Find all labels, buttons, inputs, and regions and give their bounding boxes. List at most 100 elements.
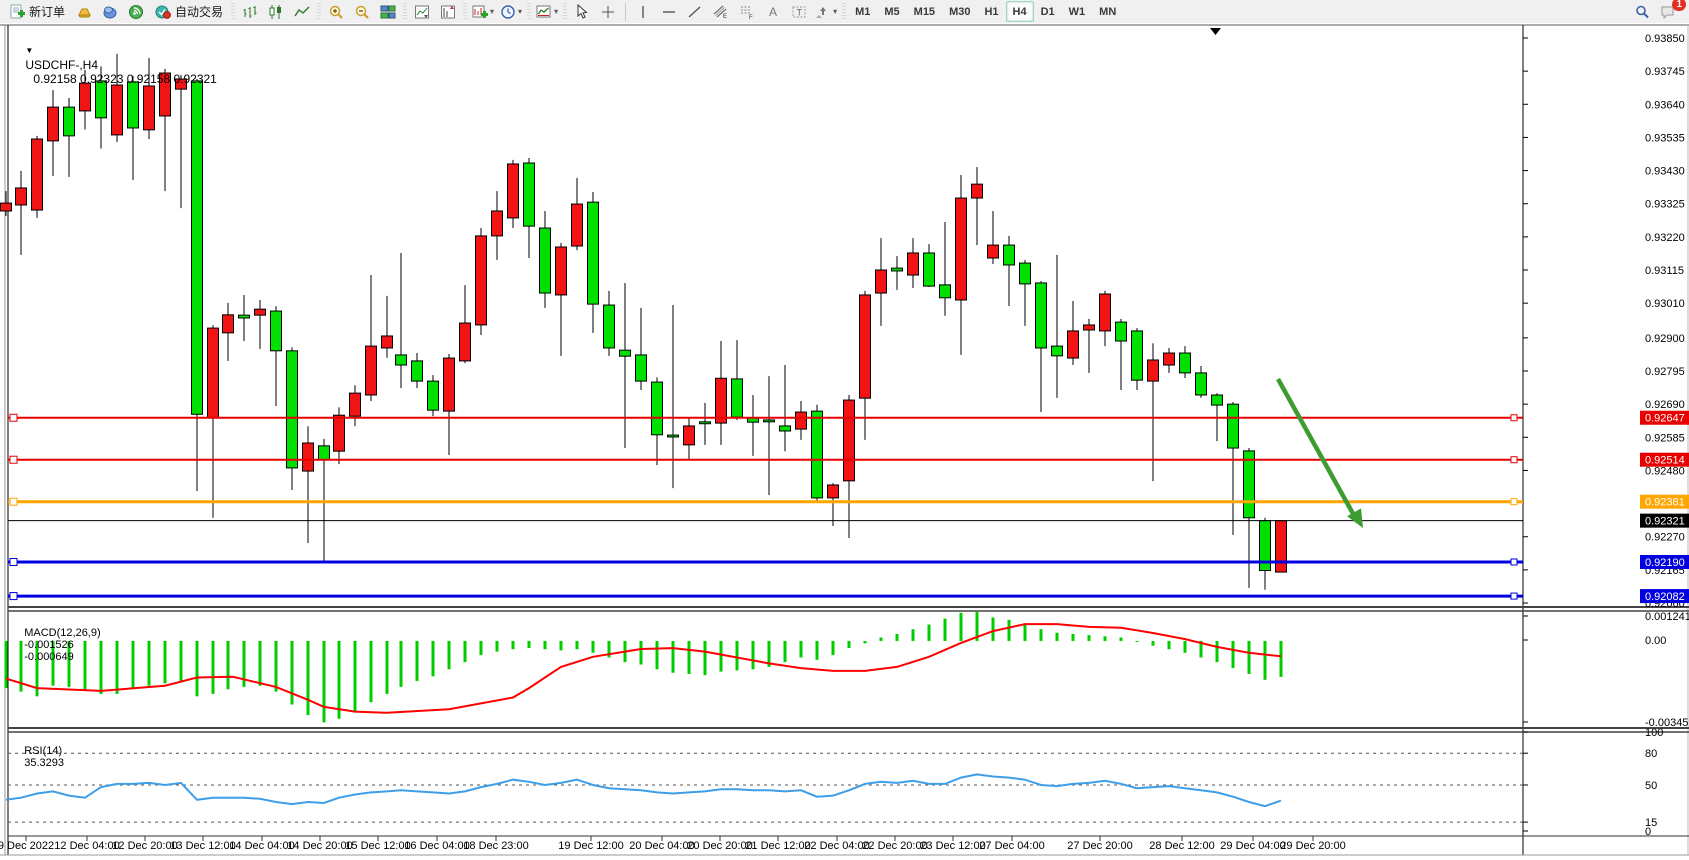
candle — [972, 184, 983, 198]
candle — [239, 315, 250, 318]
svg-text:0.92190: 0.92190 — [1645, 557, 1685, 569]
candle — [828, 485, 839, 498]
macd-bar — [784, 641, 787, 662]
macd-label: MACD(12,26,9) -0.001526 -0.000649 — [12, 615, 101, 675]
current-price-label[interactable]: 0.92321 — [1640, 514, 1689, 528]
candle — [668, 435, 679, 437]
macd-bar — [960, 613, 963, 641]
macd-bar — [1248, 641, 1251, 674]
macd-bar — [1216, 641, 1219, 662]
candle — [1132, 331, 1143, 380]
candle — [1052, 346, 1063, 356]
macd-bar — [1264, 641, 1267, 680]
candle — [636, 355, 647, 381]
macd-bar — [259, 641, 262, 686]
macd-bar — [227, 641, 230, 689]
candle — [844, 400, 855, 481]
hline-price-label[interactable]: 0.92514 — [1640, 453, 1689, 467]
candle — [48, 107, 59, 141]
mt4-window: 新订单 自动交易 — [0, 0, 1689, 860]
price-tick-label: 0.93325 — [1645, 199, 1685, 211]
macd-bar — [1040, 629, 1043, 641]
candle — [1228, 404, 1239, 448]
candle — [382, 336, 393, 348]
price-tick-label: 0.92795 — [1645, 366, 1685, 378]
line-handle[interactable] — [10, 593, 17, 600]
candle — [572, 204, 583, 246]
line-handle[interactable] — [10, 558, 17, 565]
macd-bar — [704, 641, 707, 675]
macd-bar — [672, 641, 675, 673]
macd-bar — [928, 625, 931, 641]
candle — [1180, 353, 1191, 373]
price-tick-label: 0.93745 — [1645, 66, 1685, 78]
candle — [556, 247, 567, 295]
candle — [334, 415, 345, 451]
time-tick-label: 20 Dec 20:00 — [687, 840, 752, 852]
candle — [1068, 331, 1079, 358]
line-handle[interactable] — [1511, 457, 1517, 463]
hline-price-label[interactable]: 0.92082 — [1640, 589, 1689, 603]
macd-bar — [528, 641, 531, 648]
price-tick-label: 0.92690 — [1645, 399, 1685, 411]
svg-text:0.92381: 0.92381 — [1645, 497, 1685, 509]
time-tick-label: 22 Dec 20:00 — [862, 840, 927, 852]
rsi-name: RSI(14) — [24, 745, 62, 757]
line-handle[interactable] — [10, 456, 17, 463]
candle — [287, 351, 298, 468]
line-handle[interactable] — [1511, 415, 1517, 421]
hline-price-label[interactable]: 0.92647 — [1640, 411, 1689, 425]
macd-bar — [800, 641, 803, 657]
candle — [1, 203, 12, 211]
macd-bar — [560, 641, 563, 650]
macd-bar — [416, 641, 419, 681]
rsi-axis-label: 80 — [1645, 748, 1657, 760]
candle — [892, 268, 903, 271]
candle — [192, 81, 203, 414]
candle — [1244, 451, 1255, 518]
line-handle[interactable] — [1511, 499, 1517, 505]
chart-collapse-icon[interactable]: ▼ — [25, 46, 33, 55]
hline-price-label[interactable]: 0.92190 — [1640, 555, 1689, 569]
hline-price-label[interactable]: 0.92381 — [1640, 495, 1689, 509]
macd-bar — [338, 641, 341, 719]
candle — [940, 285, 951, 298]
candle — [924, 253, 935, 286]
price-tick-label: 0.92480 — [1645, 465, 1685, 477]
candle — [350, 393, 361, 416]
line-handle[interactable] — [10, 498, 17, 505]
candle — [1100, 294, 1111, 331]
candle — [1196, 373, 1207, 395]
macd-bar — [640, 641, 643, 665]
macd-bar — [323, 641, 326, 722]
time-tick-label: 14 Dec 04:00 — [229, 840, 294, 852]
time-tick-label: 13 Dec 12:00 — [170, 840, 235, 852]
macd-bar — [196, 641, 199, 696]
price-tick-label: 0.93640 — [1645, 99, 1685, 111]
macd-bar — [848, 641, 851, 648]
chart-symbol-timeframe: USDCHF-,H4 — [25, 58, 98, 72]
candle — [620, 350, 631, 356]
macd-bar — [212, 641, 215, 694]
chart-ohlc-values: 0.92158 0.92323 0.92158 0.92321 — [33, 72, 217, 86]
svg-text:0.92647: 0.92647 — [1645, 413, 1685, 425]
price-tick-label: 0.93220 — [1645, 232, 1685, 244]
macd-name: MACD(12,26,9) — [24, 627, 100, 639]
line-handle[interactable] — [10, 414, 17, 421]
price-tick-label: 0.92900 — [1645, 333, 1685, 345]
macd-bar — [275, 641, 278, 692]
chart-canvas[interactable]: 0.938500.937450.936400.935350.934300.933… — [0, 0, 1689, 860]
candle — [16, 188, 27, 205]
time-tick-label: 12 Dec 20:00 — [112, 840, 177, 852]
candle — [1084, 325, 1095, 330]
candle — [604, 305, 615, 348]
candle — [412, 361, 423, 381]
chart-title: ▼ USDCHF-,H4 0.92158 0.92323 0.92158 0.9… — [12, 30, 217, 100]
macd-bar — [1008, 620, 1011, 641]
svg-text:0.92514: 0.92514 — [1645, 455, 1685, 467]
macd-bar — [1184, 641, 1187, 653]
macd-bar — [354, 641, 357, 712]
line-handle[interactable] — [1511, 593, 1517, 599]
line-handle[interactable] — [1511, 559, 1517, 565]
candle — [716, 378, 727, 423]
